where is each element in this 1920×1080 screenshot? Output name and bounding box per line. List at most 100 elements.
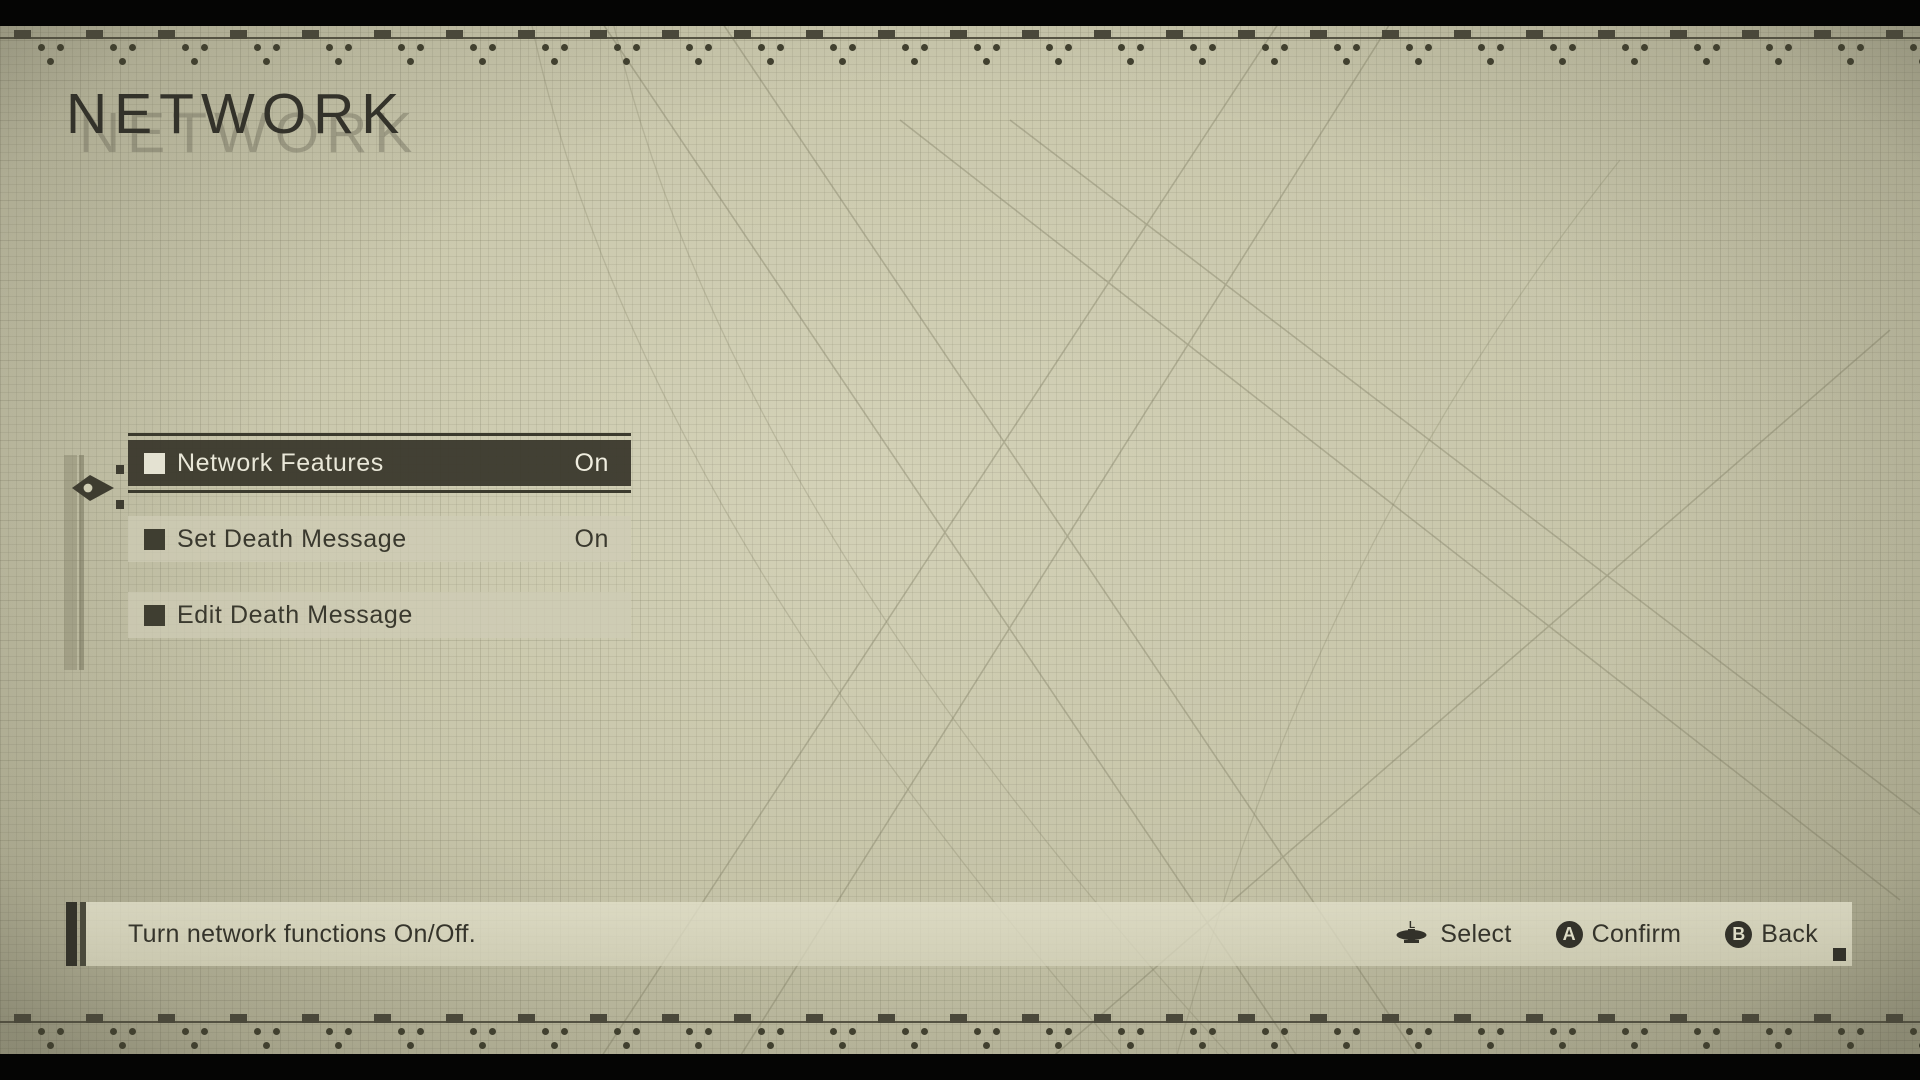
border-tick	[806, 30, 823, 39]
selection-cursor-icon	[70, 462, 128, 514]
border-dot-cluster	[1766, 1028, 1800, 1052]
border-dot-cluster	[758, 1028, 792, 1052]
border-dot-cluster	[1838, 1028, 1872, 1052]
menu-item-label: Set Death Message	[177, 524, 407, 553]
border-dot-cluster	[182, 44, 216, 68]
border-dot-cluster	[902, 44, 936, 68]
border-tick	[1670, 30, 1687, 39]
border-tick	[1742, 1014, 1759, 1023]
border-dot-cluster	[1478, 44, 1512, 68]
border-dot-cluster	[1910, 44, 1920, 68]
border-tick	[158, 1014, 175, 1023]
border-tick	[1238, 30, 1255, 39]
border-dot-cluster	[110, 1028, 144, 1052]
border-tick	[86, 30, 103, 39]
border-tick	[1814, 1014, 1831, 1023]
border-dot-cluster	[38, 1028, 72, 1052]
border-tick	[446, 30, 463, 39]
border-tick	[302, 1014, 319, 1023]
border-tick	[1454, 30, 1471, 39]
border-dot-cluster	[470, 44, 504, 68]
border-dot-cluster	[1262, 44, 1296, 68]
decorative-border-top	[0, 26, 1920, 70]
border-dot-cluster	[1550, 44, 1584, 68]
border-tick	[950, 30, 967, 39]
border-dot-cluster	[1694, 44, 1728, 68]
border-dot-cluster	[398, 1028, 432, 1052]
button-b-icon: B	[1725, 920, 1753, 948]
border-dot-cluster	[1478, 1028, 1512, 1052]
menu-item-label: Edit Death Message	[177, 600, 413, 629]
border-dot-cluster	[1406, 1028, 1440, 1052]
border-dot-cluster	[38, 44, 72, 68]
border-tick	[1166, 1014, 1183, 1023]
border-dot-cluster	[830, 44, 864, 68]
border-dot-cluster	[1838, 44, 1872, 68]
bullet-icon	[144, 452, 165, 474]
border-dot-cluster	[182, 1028, 216, 1052]
border-tick	[1382, 30, 1399, 39]
menu-item-edit-death-message[interactable]: Edit Death Message	[128, 592, 631, 638]
bullet-icon	[144, 604, 165, 626]
border-dot-cluster	[326, 44, 360, 68]
menu-item-list: Network Features On Set Death Message On…	[128, 433, 631, 668]
border-tick	[1670, 1014, 1687, 1023]
border-dot-cluster	[1334, 1028, 1368, 1052]
border-dot-cluster	[686, 1028, 720, 1052]
border-dot-cluster	[542, 44, 576, 68]
footer-bar: Turn network functions On/Off. L Select	[66, 902, 1852, 966]
border-tick	[14, 30, 31, 39]
prompt-label: Select	[1440, 919, 1512, 948]
button-a-icon: A	[1555, 920, 1583, 948]
prompt-back[interactable]: B Back	[1725, 920, 1818, 949]
border-tick	[1886, 1014, 1903, 1023]
prompt-select[interactable]: L Select	[1393, 919, 1511, 949]
menu-item-set-death-message[interactable]: Set Death Message On	[128, 516, 631, 562]
border-tick	[1598, 1014, 1615, 1023]
border-dot-cluster	[1046, 44, 1080, 68]
page-title-text: NETWORK	[66, 82, 407, 146]
border-dot-cluster	[1550, 1028, 1584, 1052]
border-dot-cluster	[1190, 44, 1224, 68]
menu-item-value: On	[574, 524, 609, 553]
border-tick	[1382, 1014, 1399, 1023]
border-dot-cluster	[1622, 44, 1656, 68]
cursor-tick-upper	[116, 465, 124, 474]
page-title: NETWORK NETWORK	[66, 76, 412, 165]
border-tick	[734, 1014, 751, 1023]
border-dot-cluster	[326, 1028, 360, 1052]
border-dot-cluster	[1118, 1028, 1152, 1052]
border-dot-cluster	[1334, 44, 1368, 68]
border-tick	[662, 1014, 679, 1023]
cursor-tick-lower	[116, 500, 124, 509]
border-tick	[1598, 30, 1615, 39]
border-tick	[878, 30, 895, 39]
border-dot-cluster	[1910, 1028, 1920, 1052]
border-dot-cluster	[830, 1028, 864, 1052]
border-tick	[86, 1014, 103, 1023]
footer-description: Turn network functions On/Off.	[128, 919, 477, 948]
border-tick	[590, 1014, 607, 1023]
border-dot-cluster	[758, 44, 792, 68]
border-tick	[1022, 30, 1039, 39]
menu-item-label: Network Features	[177, 448, 384, 477]
border-dot-cluster	[110, 44, 144, 68]
border-dot-cluster	[614, 1028, 648, 1052]
border-tick	[230, 30, 247, 39]
controller-prompts: L Select A Confirm B Back	[1349, 919, 1852, 949]
border-tick	[950, 1014, 967, 1023]
border-tick	[302, 30, 319, 39]
border-tick	[1094, 30, 1111, 39]
border-tick	[14, 1014, 31, 1023]
border-tick	[446, 1014, 463, 1023]
border-tick	[1526, 1014, 1543, 1023]
menu-item-network-features[interactable]: Network Features On	[128, 433, 631, 493]
border-dot-cluster	[1262, 1028, 1296, 1052]
border-dot-cluster	[686, 44, 720, 68]
bullet-icon	[144, 528, 165, 550]
border-tick	[1310, 1014, 1327, 1023]
prompt-confirm[interactable]: A Confirm	[1555, 920, 1682, 949]
border-tick	[1238, 1014, 1255, 1023]
border-tick	[734, 30, 751, 39]
border-dot-cluster	[398, 44, 432, 68]
